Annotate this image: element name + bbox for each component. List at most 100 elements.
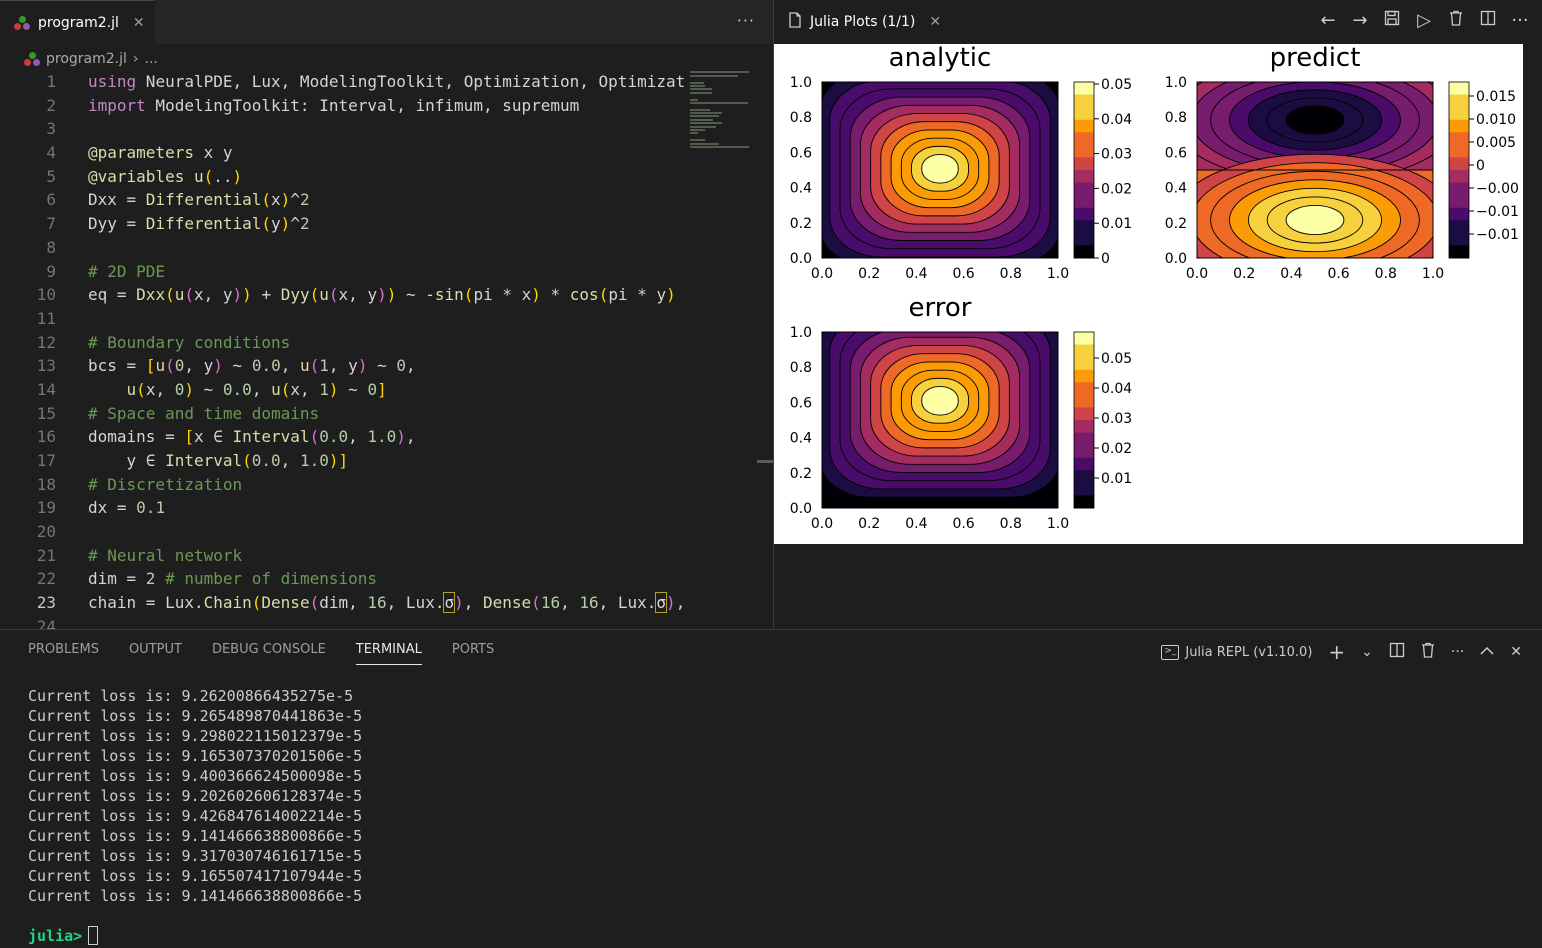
y-tick-label: 0.4 [790,431,812,447]
code-editor[interactable]: 1 using NeuralPDE, Lux, ModelingToolkit, … [0,70,685,629]
tab-debug-console[interactable]: DEBUG CONSOLE [212,642,326,665]
colorbar-tick-label: 0.01 [1101,216,1132,232]
split-editor-icon[interactable] [1478,10,1498,31]
code-line[interactable]: 22 dim = 2 # number of dimensions [0,567,685,591]
run-icon[interactable]: ▷ [1414,10,1434,31]
colorbar-band [1074,382,1094,396]
tab-program2[interactable]: program2.jl ✕ [0,0,155,44]
tab-output[interactable]: OUTPUT [129,642,182,665]
trash-icon[interactable] [1446,10,1466,31]
bottom-panel: PROBLEMS OUTPUT DEBUG CONSOLE TERMINAL P… [0,629,1542,948]
tab-ports[interactable]: PORTS [452,642,494,665]
colorbar-band [1449,195,1469,209]
subplot-title: analytic [889,44,992,73]
code-line[interactable]: 18 # Discretization [0,473,685,497]
colorbar-band [1449,119,1469,133]
terminal-selector[interactable]: >_ Julia REPL (v1.10.0) [1161,644,1312,660]
x-tick-label: 0.4 [905,516,927,532]
code-line[interactable]: 11 [0,307,685,331]
colorbar-band [1074,232,1094,246]
code-line[interactable]: 5 @variables u(..) [0,165,685,189]
repl-prompt[interactable]: julia> [28,926,99,945]
close-icon[interactable]: ✕ [929,14,941,30]
code-line[interactable]: 9 # 2D PDE [0,260,685,284]
line-number: 3 [46,119,56,139]
code-line[interactable]: 17 y ∈ Interval(0.0, 1.0)] [0,449,685,473]
contour-area [822,82,1058,258]
split-terminal-icon[interactable] [1389,642,1405,662]
plots-tab-label: Julia Plots (1/1) [810,14,916,30]
maximize-panel-icon[interactable] [1480,644,1494,660]
line-number: 24 [36,616,56,629]
close-icon[interactable]: ✕ [133,15,145,31]
more-actions-icon[interactable]: ··· [1510,10,1530,31]
breadcrumb-file[interactable]: program2.jl [46,51,127,67]
code-line[interactable]: 20 [0,520,685,544]
colorbar-band [1074,182,1094,196]
code-line[interactable]: 2 import ModelingToolkit: Interval, infim… [0,94,685,118]
colorbar-band [1074,220,1094,234]
code-line[interactable]: 24 [0,615,685,629]
colorbar-band [1074,420,1094,434]
colorbar-band [1074,82,1094,96]
terminal-output[interactable]: Current loss is: 9.26200866435275e-5 Curr… [28,686,362,906]
code-line[interactable]: 12 # Boundary conditions [0,331,685,355]
trash-icon[interactable] [1421,642,1435,662]
line-number: 16 [36,427,56,447]
line-number: 13 [36,356,56,376]
editor-tabbar: program2.jl ✕ ··· [0,0,773,44]
code-line[interactable]: 3 [0,117,685,141]
y-tick-label: 1.0 [1165,75,1187,91]
subplot-title: error [909,293,972,323]
more-actions-icon[interactable]: ··· [1451,644,1464,660]
code-line[interactable]: 14 u(x, 0) ~ 0.0, u(x, 1) ~ 0] [0,378,685,402]
colorbar-band [1074,119,1094,133]
code-line[interactable]: 6 Dxx = Differential(x)^2 [0,188,685,212]
code-line[interactable]: 4 @parameters x y [0,141,685,165]
line-text: # Boundary conditions [88,332,291,352]
line-number: 1 [46,72,56,91]
chevron-down-icon[interactable]: ⌄ [1361,644,1373,660]
x-tick-label: 0.6 [1327,266,1349,282]
close-panel-icon[interactable]: ✕ [1510,644,1522,660]
colorbar-band [1449,182,1469,196]
line-number: 17 [36,451,56,470]
arrow-right-icon[interactable]: → [1350,10,1370,31]
y-tick-label: 0.0 [790,501,812,517]
code-line[interactable]: 23 chain = Lux.Chain(Dense(dim, 16, Lux.σ… [0,591,685,615]
tab-label: program2.jl [38,14,119,31]
code-line[interactable]: 19 dx = 0.1 [0,496,685,520]
code-line[interactable]: 10 eq = Dxx(u(x, y)) + Dyy(u(x, y)) ~ -si… [0,283,685,307]
save-icon[interactable] [1382,10,1402,31]
contour-area [1197,82,1433,258]
more-actions-icon[interactable]: ··· [737,11,755,30]
terminal-line: Current loss is: 9.165307370201506e-5 [28,747,363,765]
code-line[interactable]: 1 using NeuralPDE, Lux, ModelingToolkit, … [0,70,685,94]
y-tick-label: 0.6 [1165,145,1187,161]
code-line[interactable]: 16 domains = [x ∈ Interval(0.0, 1.0), [0,425,685,449]
breadcrumb-symbol[interactable]: ... [145,51,158,67]
panel-tabs: PROBLEMS OUTPUT DEBUG CONSOLE TERMINAL P… [28,642,494,665]
minimap-line [690,91,712,94]
colorbar-tick-label: 0.03 [1101,411,1132,427]
code-line[interactable]: 21 # Neural network [0,544,685,568]
code-line[interactable]: 15 # Space and time domains [0,402,685,426]
breadcrumb: program2.jl › ... [24,48,158,70]
colorbar-band [1449,82,1469,96]
line-number: 2 [46,95,56,115]
tab-terminal[interactable]: TERMINAL [355,642,422,665]
editor-scrollbar[interactable] [757,460,773,463]
colorbar-band [1074,407,1094,421]
minimap[interactable] [684,70,756,190]
tab-julia-plots[interactable]: Julia Plots (1/1) ✕ [774,0,956,44]
code-line[interactable]: 7 Dyy = Differential(y)^2 [0,212,685,236]
colorbar-tick-label: 0 [1476,158,1485,174]
add-terminal-icon[interactable]: + [1328,640,1345,664]
arrow-left-icon[interactable]: ← [1318,10,1338,31]
tab-problems[interactable]: PROBLEMS [28,642,99,665]
colorbar-tick-label: 0.05 [1101,351,1132,367]
minimap-line [690,142,719,145]
code-line[interactable]: 8 [0,236,685,260]
code-line[interactable]: 13 bcs = [u(0, y) ~ 0.0, u(1, y) ~ 0, [0,354,685,378]
line-text: import ModelingToolkit: Interval, infimu… [88,95,580,115]
